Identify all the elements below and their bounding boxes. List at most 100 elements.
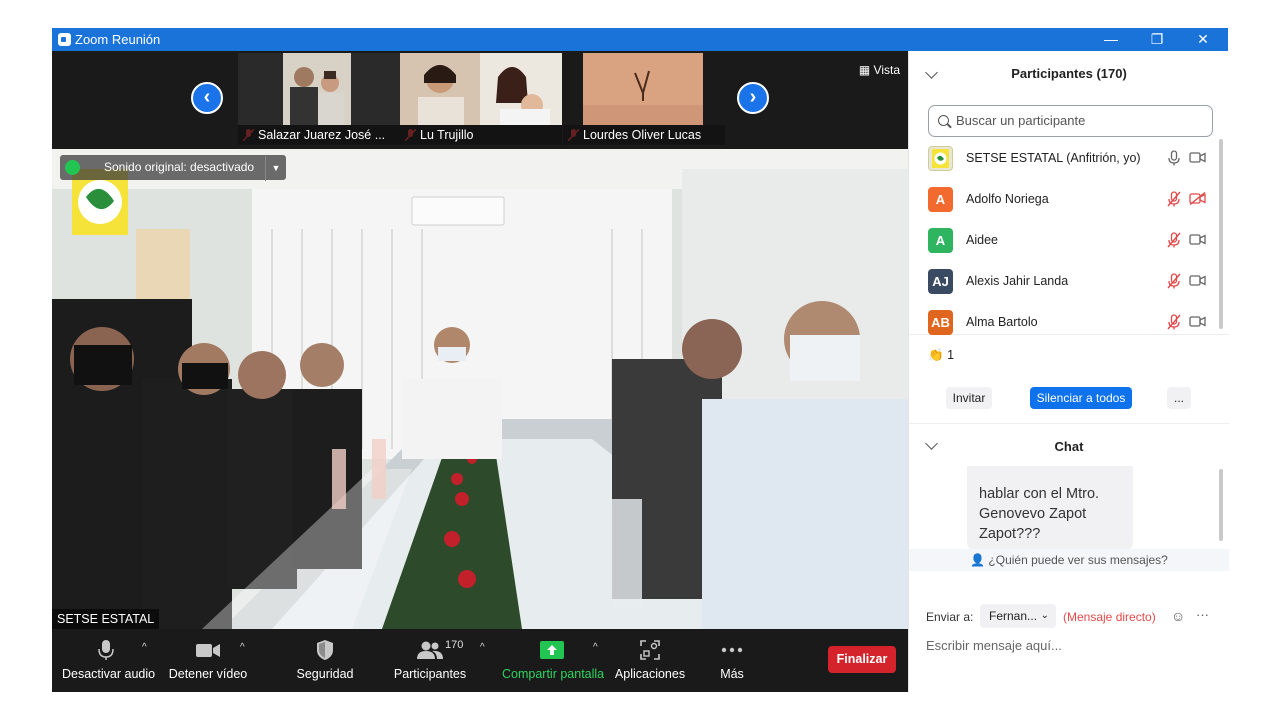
avatar bbox=[928, 146, 953, 171]
participant-name: Salazar Juarez José ... bbox=[238, 125, 400, 145]
muted-mic-icon[interactable] bbox=[1167, 314, 1181, 330]
microphone-icon bbox=[98, 640, 114, 660]
apps-button[interactable]: Aplicaciones bbox=[614, 639, 686, 681]
recipient-dropdown[interactable]: Fernan... ⌄ bbox=[980, 604, 1056, 628]
person-lock-icon: 👤 bbox=[970, 553, 986, 567]
participant-row[interactable]: A Adolfo Noriega bbox=[909, 180, 1219, 221]
participant-video-image bbox=[400, 53, 562, 125]
emoji-icon[interactable]: ☺ bbox=[1171, 608, 1185, 624]
participant-search-input[interactable]: Buscar un participante bbox=[928, 105, 1213, 137]
muted-mic-icon[interactable] bbox=[1167, 232, 1181, 248]
camera-icon bbox=[196, 644, 220, 657]
mute-all-button[interactable]: Silenciar a todos bbox=[1030, 387, 1132, 409]
avatar: AB bbox=[928, 310, 953, 335]
participant-row[interactable]: A Aidee bbox=[909, 221, 1219, 262]
grid-view-icon: ▦ bbox=[858, 63, 871, 77]
next-page-button[interactable]: › bbox=[737, 82, 769, 114]
encryption-shield-icon bbox=[65, 160, 80, 175]
chat-message-input[interactable]: Escribir mensaje aquí... bbox=[926, 638, 1062, 653]
muted-mic-icon[interactable] bbox=[1167, 273, 1181, 289]
participant-name: Lourdes Oliver Lucas bbox=[563, 125, 725, 145]
active-speaker-video: Sonido original: desactivado ▼ SETSE EST… bbox=[52, 149, 908, 629]
chat-panel-title: Chat bbox=[1054, 439, 1084, 454]
view-label: Vista bbox=[873, 63, 900, 77]
camera-icon[interactable] bbox=[1189, 233, 1206, 246]
shield-icon bbox=[317, 640, 333, 660]
muted-mic-icon[interactable] bbox=[1167, 191, 1181, 207]
clap-icon: 👏 bbox=[928, 348, 944, 362]
minimize-button[interactable]: — bbox=[1088, 28, 1134, 51]
participant-thumbnail[interactable]: Lu Trujillo bbox=[400, 53, 562, 145]
search-placeholder: Buscar un participante bbox=[956, 113, 1086, 128]
camera-icon[interactable] bbox=[1189, 151, 1206, 164]
meeting-controls: Desactivar audio ^ Detener vídeo ^ Segur… bbox=[52, 629, 908, 692]
direct-message-label: (Mensaje directo) bbox=[1063, 610, 1156, 624]
more-button[interactable]: Más bbox=[712, 639, 752, 681]
end-meeting-button[interactable]: Finalizar bbox=[828, 646, 896, 673]
window-title: Zoom Reunión bbox=[75, 32, 161, 47]
speaker-name-label: SETSE ESTATAL bbox=[52, 609, 160, 629]
share-screen-label: Compartir pantalla bbox=[502, 667, 605, 681]
avatar: A bbox=[928, 228, 953, 253]
participants-label: Participantes bbox=[393, 667, 467, 681]
chat-message: hablar con el Mtro. Genovevo Zapot Zapot… bbox=[967, 466, 1133, 552]
stop-video-button[interactable]: Detener vídeo bbox=[168, 639, 248, 681]
participant-name: Adolfo Noriega bbox=[966, 192, 1049, 206]
audio-options-caret-icon[interactable]: ^ bbox=[142, 642, 147, 653]
participant-row[interactable]: SETSE ESTATAL (Anfitrión, yo) bbox=[909, 139, 1219, 180]
share-screen-icon bbox=[540, 641, 564, 659]
mute-audio-label: Desactivar audio bbox=[62, 667, 156, 681]
dropdown-arrow-icon[interactable]: ▼ bbox=[265, 156, 280, 181]
participant-name: Lu Trujillo bbox=[400, 125, 562, 145]
participants-icon bbox=[417, 641, 443, 659]
restore-button[interactable]: ❐ bbox=[1134, 28, 1180, 51]
chevron-down-icon: ⌄ bbox=[1040, 610, 1049, 621]
participants-count: 170 bbox=[445, 639, 464, 651]
message-visibility-link[interactable]: 👤 ¿Quién puede ver sus mensajes? bbox=[909, 549, 1229, 571]
microphone-icon[interactable] bbox=[1167, 150, 1181, 166]
view-button[interactable]: ▦ Vista bbox=[859, 63, 900, 77]
avatar: A bbox=[928, 187, 953, 212]
send-to-label: Enviar a: bbox=[926, 610, 974, 624]
chat-message-text: hablar con el Mtro. Genovevo Zapot Zapot… bbox=[979, 486, 1100, 542]
participant-video-image bbox=[238, 53, 400, 125]
participant-row[interactable]: AJ Alexis Jahir Landa bbox=[909, 262, 1219, 303]
reaction-count: 1 bbox=[947, 348, 955, 362]
camera-off-icon[interactable] bbox=[1189, 192, 1206, 205]
participant-thumbnail[interactable]: Salazar Juarez José ... bbox=[238, 53, 400, 145]
previous-page-button[interactable]: ‹ bbox=[191, 82, 223, 114]
participant-name: Aidee bbox=[966, 233, 998, 247]
invite-button[interactable]: Invitar bbox=[946, 387, 992, 409]
more-dots-icon bbox=[721, 647, 743, 653]
participant-name: Alexis Jahir Landa bbox=[966, 274, 1069, 288]
search-icon bbox=[938, 115, 949, 126]
participant-video-image bbox=[563, 53, 725, 125]
participant-name: Alma Bartolo bbox=[966, 315, 1038, 329]
chat-scrollbar[interactable] bbox=[1219, 469, 1223, 541]
original-sound-label: Sonido original: desactivado bbox=[104, 160, 255, 174]
side-panel: Participantes (170) Buscar un participan… bbox=[908, 51, 1229, 692]
zoom-window: Zoom Reunión — ❐ ✕ ‹ Salazar Juarez José… bbox=[52, 28, 1229, 692]
share-options-caret-icon[interactable]: ^ bbox=[593, 642, 598, 653]
apps-icon bbox=[640, 640, 660, 660]
close-button[interactable]: ✕ bbox=[1180, 28, 1226, 51]
participant-list-scrollbar[interactable] bbox=[1219, 139, 1223, 329]
stop-video-label: Detener vídeo bbox=[168, 667, 248, 681]
participant-strip: ‹ Salazar Juarez José ... Lu Trujillo Lo… bbox=[52, 51, 908, 147]
chat-more-icon[interactable]: ··· bbox=[1196, 607, 1209, 622]
video-options-caret-icon[interactable]: ^ bbox=[240, 642, 245, 653]
camera-icon[interactable] bbox=[1189, 274, 1206, 287]
security-button[interactable]: Seguridad bbox=[290, 639, 360, 681]
mute-audio-button[interactable]: Desactivar audio bbox=[62, 639, 155, 681]
share-screen-button[interactable]: Compartir pantalla bbox=[502, 639, 605, 681]
more-options-button[interactable]: ... bbox=[1167, 387, 1191, 409]
participant-thumbnail[interactable]: Lourdes Oliver Lucas bbox=[563, 53, 725, 145]
zoom-logo-icon bbox=[58, 33, 71, 46]
participants-options-caret-icon[interactable]: ^ bbox=[480, 642, 485, 653]
original-sound-indicator[interactable]: Sonido original: desactivado ▼ bbox=[60, 155, 287, 181]
title-bar: Zoom Reunión — ❐ ✕ bbox=[52, 28, 1228, 51]
apps-label: Aplicaciones bbox=[614, 667, 686, 681]
camera-icon[interactable] bbox=[1189, 315, 1206, 328]
recipient-value: Fernan... bbox=[989, 609, 1038, 623]
participant-row[interactable]: AB Alma Bartolo bbox=[909, 303, 1219, 344]
